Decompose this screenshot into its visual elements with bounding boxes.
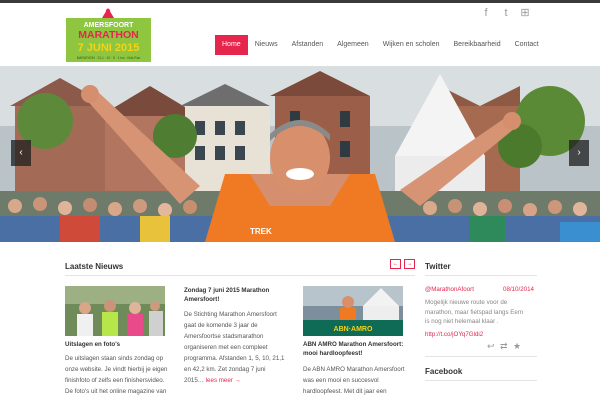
article-2-title[interactable]: Zondag 7 juni 2015 Marathon Amersfoort! xyxy=(184,286,269,304)
twitter-title-rule xyxy=(425,275,537,276)
news-next-button[interactable]: → xyxy=(404,259,415,269)
article-3-excerpt: De ABN AMRO Marathon Amersfoort was een … xyxy=(303,364,404,397)
article-2-title-line: Amersfoort! xyxy=(184,296,220,303)
runner-bib-text: TREK xyxy=(250,227,272,236)
tweet-line: is nog niet helemaal klaar . xyxy=(425,318,499,325)
nav-nieuws[interactable]: Nieuws xyxy=(248,35,285,55)
hero-photo: TREK xyxy=(0,66,600,242)
tweet-text: Mogelijk nieuwe route voor de marathon, … xyxy=(425,298,537,327)
article-1-line: De foto's uit het online magazine van xyxy=(65,388,167,395)
nav-home[interactable]: Home xyxy=(215,35,248,55)
article-2-line: programma. Afstanden 1, 5, 10, 21,1 xyxy=(184,355,285,362)
article-1-title[interactable]: Uitslagen en foto's xyxy=(65,340,120,349)
article-2-line: en 42,2 km. Zet zondag 7 juni xyxy=(184,366,266,373)
tweet-link[interactable]: http://t.co/jOYq7Gldi2 xyxy=(425,331,483,338)
facebook-icon[interactable]: f xyxy=(479,6,493,20)
article-2-read-more-link[interactable]: lees meer → xyxy=(206,377,241,384)
hero-next-button[interactable]: › xyxy=(569,140,589,166)
twitter-icon[interactable]: t xyxy=(499,6,513,20)
article-1-excerpt: De uitslagen staan sinds zondag op onze … xyxy=(65,353,168,397)
twitter-section-title: Twitter xyxy=(425,262,451,271)
nav-algemeen[interactable]: Algemeen xyxy=(330,35,376,55)
logo-tagline: MARATHON · 21,1 · 10 · 5 · 1 km · Kids R… xyxy=(77,56,141,60)
article-2-last-line: 2015… lees meer → xyxy=(184,375,284,386)
logo-line2: MARATHON xyxy=(78,29,138,41)
facebook-title-rule xyxy=(425,380,537,381)
hero-prev-button[interactable]: ‹ xyxy=(11,140,31,166)
article-2-excerpt: De Stichting Marathon Amersfoort gaat de… xyxy=(184,309,284,386)
article-1-line: De uitslagen staan sinds zondag op xyxy=(65,355,164,362)
article-1-thumbnail[interactable] xyxy=(65,286,165,336)
article-2-title-line: Zondag 7 juni 2015 Marathon xyxy=(184,287,270,294)
article-2-line: 2015… xyxy=(184,377,204,384)
facebook-section-title: Facebook xyxy=(425,367,463,376)
article-3-title-line: ABN AMRO Marathon Amersfoort: xyxy=(303,341,404,348)
favorite-icon[interactable]: ★ xyxy=(513,341,521,352)
reply-icon[interactable]: ↩ xyxy=(487,341,495,352)
article-3-title[interactable]: ABN AMRO Marathon Amersfoort: mooi hardl… xyxy=(303,340,403,358)
article-3-banner-text: ABN·AMRO xyxy=(334,326,373,333)
article-3-line: De ABN AMRO Marathon Amersfoort xyxy=(303,366,405,373)
hero-slider: TREK ‹ › xyxy=(0,66,600,242)
nav-contact[interactable]: Contact xyxy=(508,35,546,55)
main-nav: Home Nieuws Afstanden Algemeen Wijken en… xyxy=(215,35,546,55)
nav-wijken-en-scholen[interactable]: Wijken en scholen xyxy=(376,35,447,55)
logo-line1: AMERSFOORT xyxy=(84,22,135,29)
news-title-rule xyxy=(65,275,415,276)
article-3-line: hardloopfeest. Met dit jaar een xyxy=(303,388,387,395)
retweet-icon[interactable]: ⇄ xyxy=(500,341,508,352)
logo-line3: 7 JUNI 2015 xyxy=(78,42,140,54)
article-2-line: De Stichting Marathon Amersfoort xyxy=(184,311,277,318)
nav-bereikbaarheid[interactable]: Bereikbaarheid xyxy=(447,35,508,55)
article-2-line: organiseren met een compleet xyxy=(184,344,268,351)
grid-icon[interactable]: ⊞ xyxy=(518,6,532,20)
nav-afstanden[interactable]: Afstanden xyxy=(285,35,331,55)
news-section-title: Laatste Nieuws xyxy=(65,262,124,271)
twitter-handle-link[interactable]: @MarathonAfoort xyxy=(425,286,474,293)
article-1-line: finishfoto of zelfs een finishersvideo. xyxy=(65,377,165,384)
article-2-line: Amersfoortse stadsmarathon xyxy=(184,333,264,340)
top-bar xyxy=(0,0,600,3)
article-3-line: was een mooi en succesvol xyxy=(303,377,379,384)
tweet-line: Mogelijk nieuwe route voor de xyxy=(425,299,508,306)
logo-head-icon xyxy=(105,8,111,14)
site-logo[interactable]: AMERSFOORT MARATHON 7 JUNI 2015 MARATHON… xyxy=(66,8,151,62)
article-3-thumbnail[interactable]: ABN·AMRO xyxy=(303,286,403,336)
tweet-line: marathon, maar fietspad langs Eem xyxy=(425,308,524,316)
article-1-line: onze website. Je vindt hierbij je eigen xyxy=(65,366,168,373)
tweet-divider xyxy=(425,356,537,357)
article-3-title-line: mooi hardloopfeest! xyxy=(303,350,363,357)
article-2-line: gaat de komende 3 jaar de xyxy=(184,322,258,329)
tweet-date: 08/10/2014 xyxy=(503,286,534,293)
news-prev-button[interactable]: ← xyxy=(390,259,401,269)
